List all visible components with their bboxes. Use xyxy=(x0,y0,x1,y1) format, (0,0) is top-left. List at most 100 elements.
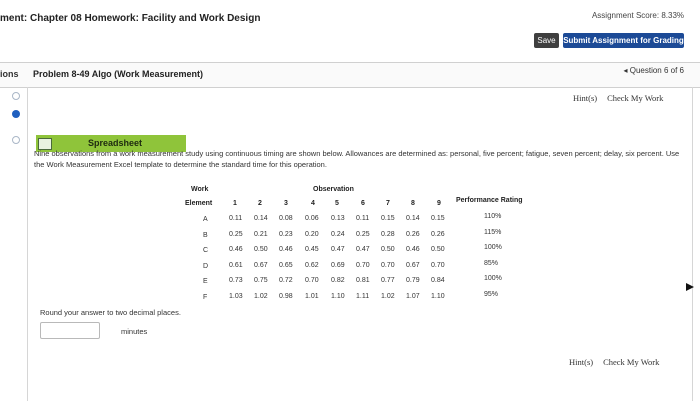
question-status-icon[interactable] xyxy=(12,136,20,144)
spreadsheet-label[interactable]: Spreadsheet xyxy=(88,138,142,148)
observation-value: 0.70 xyxy=(305,277,319,284)
observation-value: 0.25 xyxy=(356,230,370,238)
hint-link[interactable]: Hint(s) xyxy=(569,357,593,367)
observation-number: 1 xyxy=(233,200,237,207)
observation-value: 1.11 xyxy=(356,292,370,300)
observation-value: 0.21 xyxy=(254,230,268,238)
submit-assignment-button[interactable]: Submit Assignment for Grading xyxy=(563,33,684,48)
observation-value: 0.70 xyxy=(356,261,370,269)
element-header: Element xyxy=(185,200,213,207)
observation-value: 0.11 xyxy=(356,215,370,222)
observation-value: 0.47 xyxy=(356,246,370,253)
observation-value: 0.82 xyxy=(331,277,345,284)
observation-value: 0.23 xyxy=(279,230,293,238)
observation-value: 1.01 xyxy=(305,292,319,300)
observation-number: 9 xyxy=(437,200,441,207)
observation-header: Observation xyxy=(313,186,354,193)
observation-value: 0.79 xyxy=(406,277,420,284)
observation-number: 8 xyxy=(411,200,415,207)
observation-value: 0.75 xyxy=(254,277,268,284)
observation-value: 0.69 xyxy=(331,261,345,269)
observation-value: 0.70 xyxy=(381,261,395,269)
question-sidebar xyxy=(0,87,28,401)
hint-bar-bottom: Hint(s) Check My Work xyxy=(569,357,659,367)
observation-value: 0.15 xyxy=(431,215,445,222)
observation-value: 0.14 xyxy=(406,215,420,222)
observation-value: 0.14 xyxy=(254,215,268,222)
observation-value: 0.62 xyxy=(305,261,319,269)
content-divider xyxy=(692,87,693,401)
answer-units: minutes xyxy=(121,327,148,336)
observation-value: 1.07 xyxy=(406,292,420,300)
observation-value: 0.46 xyxy=(406,246,420,253)
check-my-work-link[interactable]: Check My Work xyxy=(607,93,663,103)
hint-link[interactable]: Hint(s) xyxy=(573,93,597,103)
observation-value: 0.81 xyxy=(356,277,370,284)
observation-value: 0.08 xyxy=(279,215,293,222)
observation-value: 0.98 xyxy=(279,292,293,300)
observation-number: 7 xyxy=(386,200,390,207)
save-button[interactable]: Save xyxy=(534,33,559,48)
observation-value: 0.06 xyxy=(305,215,319,222)
work-header: Work xyxy=(191,186,209,193)
assignment-title: ment: Chapter 08 Homework: Facility and … xyxy=(0,13,261,24)
element-label: A xyxy=(203,216,208,223)
element-label: D xyxy=(203,262,209,270)
observation-value: 0.28 xyxy=(381,230,395,238)
observation-value: 0.46 xyxy=(279,246,293,253)
observation-value: 0.61 xyxy=(229,261,243,269)
observation-value: 0.50 xyxy=(381,246,395,253)
question-status-icon[interactable] xyxy=(12,110,20,118)
performance-rating-value: 85% xyxy=(484,259,499,267)
observation-value: 0.45 xyxy=(305,246,319,253)
check-my-work-link[interactable]: Check My Work xyxy=(603,357,659,367)
observation-value: 0.67 xyxy=(254,261,268,269)
observation-value: 0.70 xyxy=(431,261,445,269)
observation-value: 0.20 xyxy=(305,230,319,238)
observation-value: 0.72 xyxy=(279,277,293,284)
observation-value: 1.10 xyxy=(331,292,345,300)
rounding-instruction: Round your answer to two decimal places. xyxy=(40,308,181,317)
observation-value: 0.26 xyxy=(431,230,445,238)
performance-rating-value: 100% xyxy=(484,244,502,251)
performance-rating-value: 110% xyxy=(484,213,502,220)
problem-description: Nine observations from a work measuremen… xyxy=(34,149,680,169)
observation-number: 3 xyxy=(284,200,288,207)
element-label: F xyxy=(203,293,208,301)
observation-value: 0.73 xyxy=(229,277,243,284)
question-status-icon[interactable] xyxy=(12,92,20,100)
observation-number: 2 xyxy=(258,200,262,207)
observation-value: 1.10 xyxy=(431,292,445,300)
problem-title: Problem 8-49 Algo (Work Measurement) xyxy=(33,69,204,79)
observation-value: 0.50 xyxy=(254,246,268,253)
mouse-cursor-icon xyxy=(686,283,694,291)
hint-bar-top: Hint(s) Check My Work xyxy=(573,93,663,103)
observation-value: 0.77 xyxy=(381,277,395,284)
performance-rating-value: 115% xyxy=(484,228,502,236)
observation-value: 0.26 xyxy=(406,230,420,238)
observation-value: 0.13 xyxy=(331,215,345,222)
question-navigator[interactable]: ◂ Question 6 of 6 xyxy=(624,66,685,75)
observation-value: 0.50 xyxy=(431,246,445,253)
observation-value: 0.47 xyxy=(331,246,345,253)
element-label: E xyxy=(203,278,208,285)
sidebar-questions-label[interactable]: ions xyxy=(0,69,19,79)
observation-value: 0.84 xyxy=(431,277,445,284)
observation-value: 1.02 xyxy=(254,292,268,300)
observation-value: 1.02 xyxy=(381,292,395,300)
observation-number: 4 xyxy=(311,200,315,207)
observation-value: 0.15 xyxy=(381,215,395,222)
observation-value: 0.24 xyxy=(331,230,345,238)
element-label: C xyxy=(203,247,209,254)
observation-value: 1.03 xyxy=(229,292,243,300)
observation-value: 0.65 xyxy=(279,261,293,269)
performance-rating-value: 100% xyxy=(484,275,502,282)
assignment-score: Assignment Score: 8.33% xyxy=(591,11,684,20)
observation-value: 0.25 xyxy=(229,230,243,238)
answer-input[interactable] xyxy=(40,322,100,339)
performance-rating-value: 95% xyxy=(484,290,499,298)
observation-value: 0.46 xyxy=(229,246,243,253)
observation-value: 0.67 xyxy=(406,261,420,269)
observation-value: 0.11 xyxy=(229,215,243,222)
performance-rating-header: Performance Rating xyxy=(456,197,523,204)
